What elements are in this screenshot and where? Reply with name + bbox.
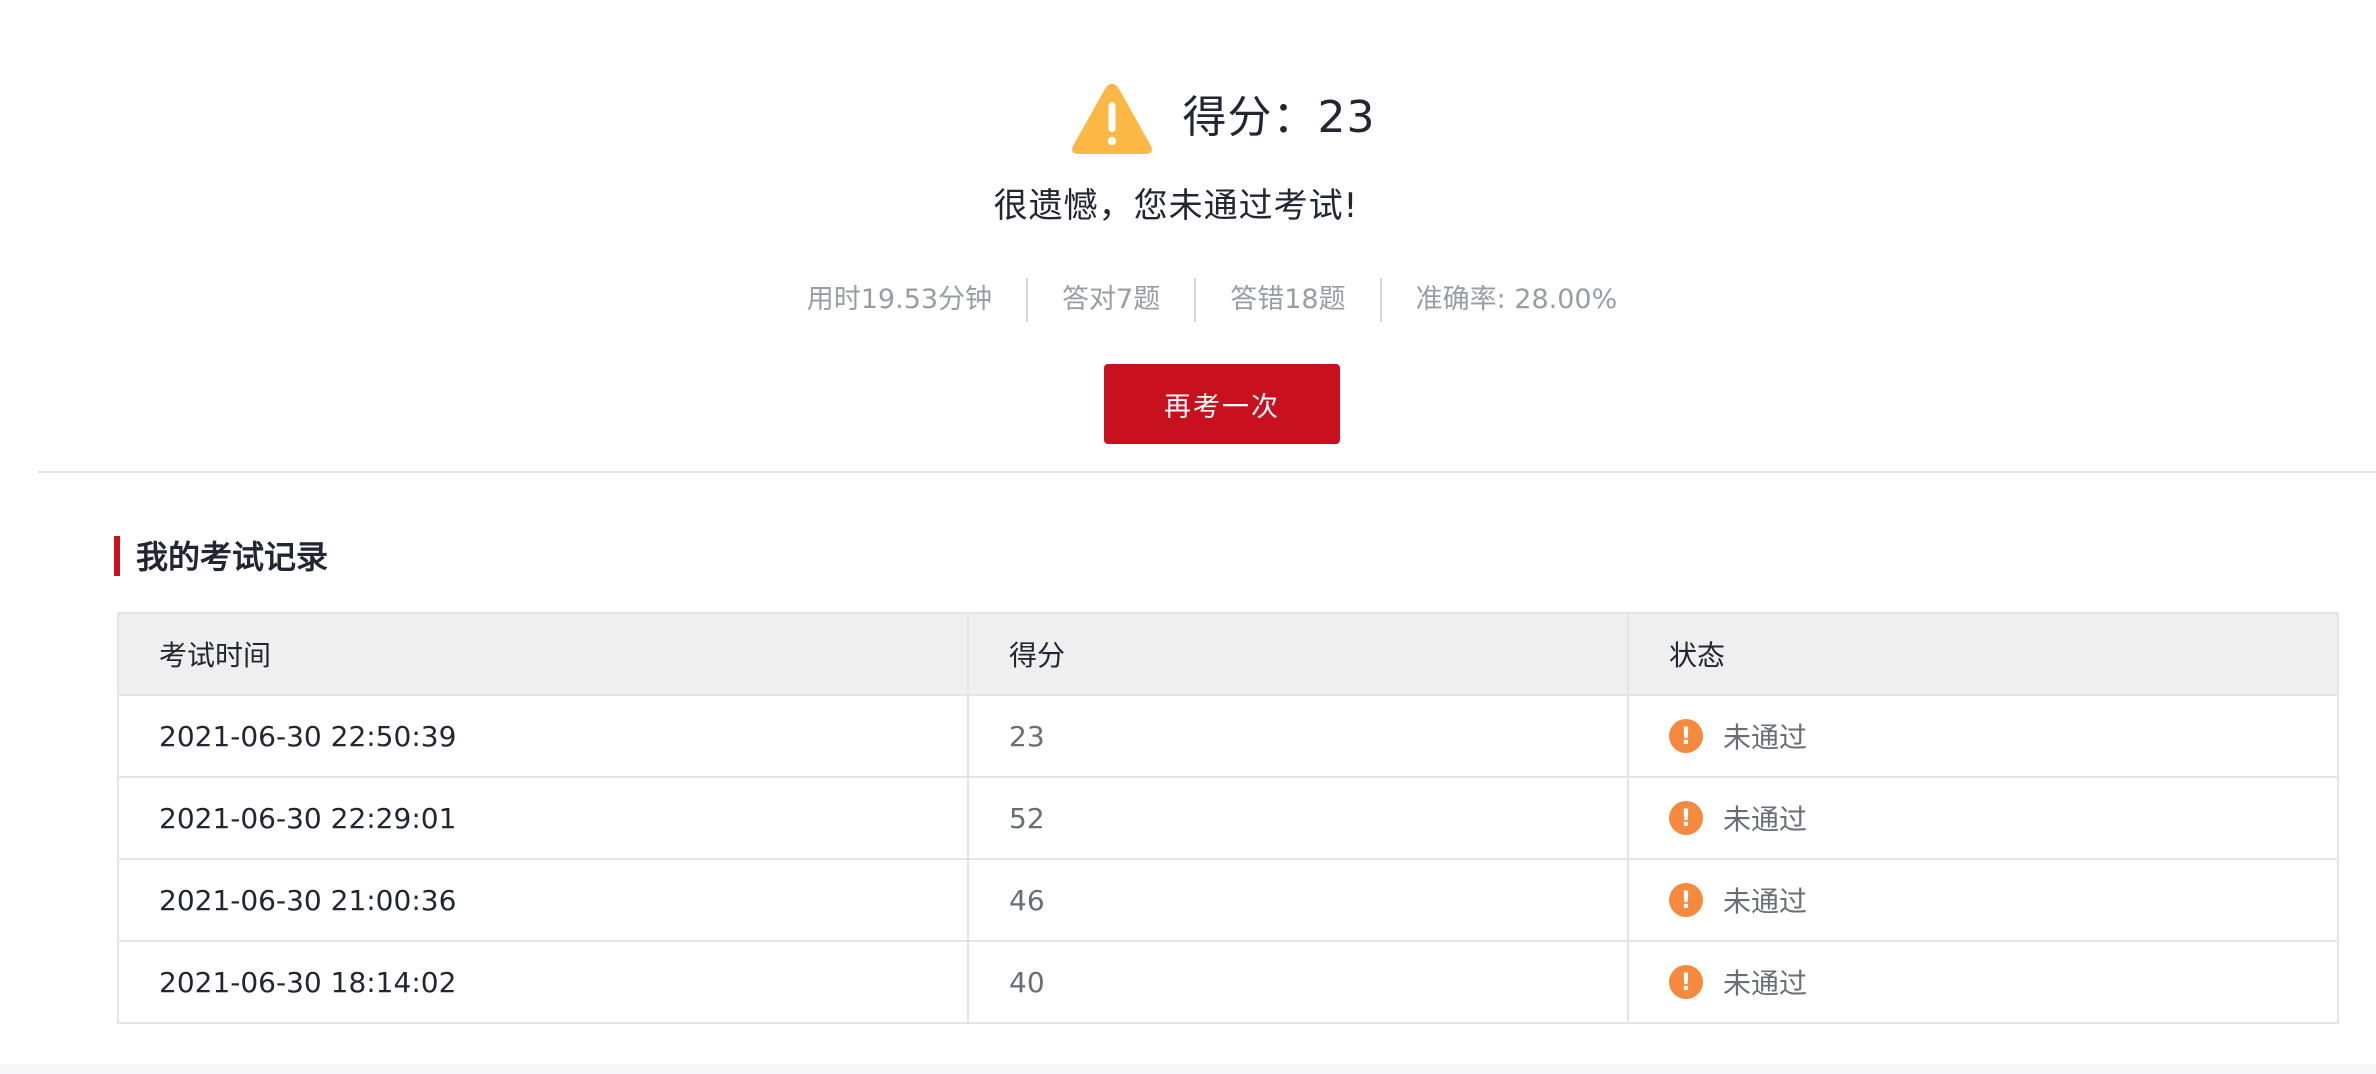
cell-score: 23: [967, 694, 1629, 778]
status-label: 未通过: [1723, 803, 1808, 836]
table-row: 2021-06-30 21:00:36 46 ! 未通过: [117, 858, 2339, 942]
table-row: 2021-06-30 22:29:01 52 ! 未通过: [117, 776, 2339, 860]
exam-records-table: 考试时间 得分 状态 2021-06-30 22:50:39 23 ! 未通过 …: [117, 612, 2339, 1024]
cell-exam-time: 2021-06-30 22:29:01: [117, 776, 969, 860]
warning-triangle-icon: [1071, 84, 1152, 154]
cell-status: ! 未通过: [1627, 940, 2339, 1024]
column-header-score: 得分: [967, 612, 1629, 696]
table-row: 2021-06-30 22:50:39 23 ! 未通过: [117, 694, 2339, 778]
cell-score: 46: [967, 858, 1629, 942]
stat-duration: 用时19.53分钟: [806, 284, 993, 315]
divider: [38, 471, 2376, 473]
exam-stats: 用时19.53分钟 答对7题 答错18题 准确率: 28.00%: [0, 278, 2376, 322]
score-heading: 得分：23: [1182, 92, 1376, 143]
stat-correct: 答对7题: [1026, 278, 1194, 322]
cell-status: ! 未通过: [1627, 694, 2339, 778]
table-header-row: 考试时间 得分 状态: [117, 612, 2339, 696]
stat-wrong: 答错18题: [1194, 278, 1379, 322]
exclamation-circle-icon: !: [1669, 801, 1703, 835]
cell-score: 40: [967, 940, 1629, 1024]
exam-result-panel: 得分：23 很遗憾，您未通过考试! 用时19.53分钟 答对7题 答错18题 准…: [0, 0, 2376, 472]
page-bottom-band: [0, 1064, 2376, 1074]
table-row: 2021-06-30 18:14:02 40 ! 未通过: [117, 940, 2339, 1024]
section-title-accent: [114, 536, 120, 576]
column-header-status: 状态: [1627, 612, 2339, 696]
exclamation-circle-icon: !: [1669, 719, 1703, 753]
cell-exam-time: 2021-06-30 21:00:36: [117, 858, 969, 942]
column-header-time: 考试时间: [117, 612, 969, 696]
status-label: 未通过: [1723, 885, 1808, 918]
status-label: 未通过: [1723, 721, 1808, 754]
fail-message: 很遗憾，您未通过考试!: [993, 186, 1359, 226]
score-row: 得分：23: [0, 80, 2376, 156]
exclamation-circle-icon: !: [1669, 883, 1703, 917]
cell-status: ! 未通过: [1627, 858, 2339, 942]
cell-exam-time: 2021-06-30 22:50:39: [117, 694, 969, 778]
stat-accuracy: 准确率: 28.00%: [1379, 278, 1652, 322]
exclamation-circle-icon: !: [1669, 965, 1703, 999]
section-title: 我的考试记录: [136, 538, 329, 576]
retry-exam-button[interactable]: 再考一次: [1104, 364, 1340, 444]
status-label: 未通过: [1723, 967, 1808, 1000]
cell-status: ! 未通过: [1627, 776, 2339, 860]
cell-exam-time: 2021-06-30 18:14:02: [117, 940, 969, 1024]
cell-score: 52: [967, 776, 1629, 860]
